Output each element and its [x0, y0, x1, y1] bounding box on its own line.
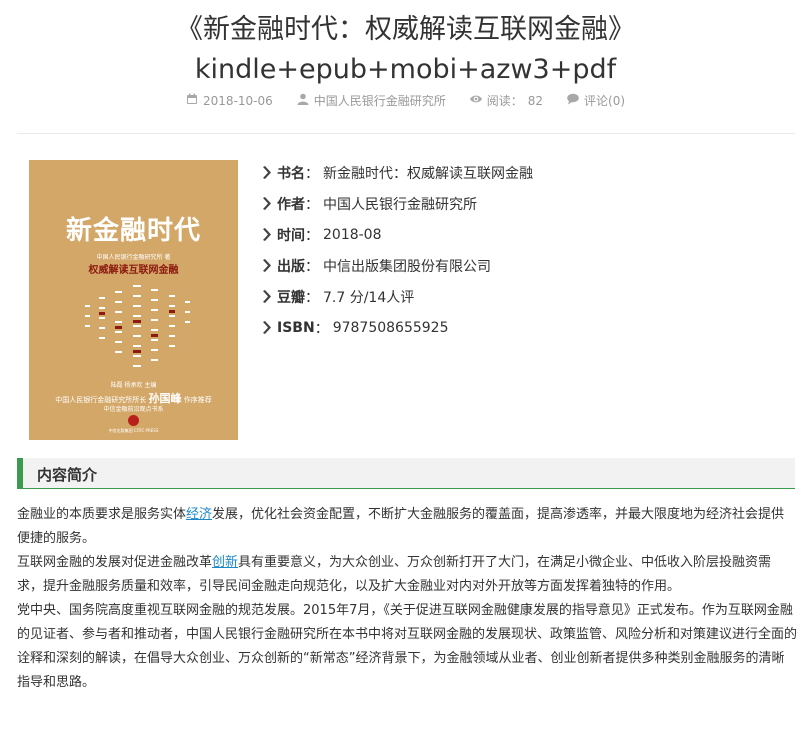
meta-date-text: 2018-10-06: [202, 93, 273, 108]
link-economy[interactable]: 经济: [186, 507, 212, 522]
cover-preface-suffix: 作序推荐: [183, 396, 212, 404]
article-meta: 2018-10-06 中国人民银行金融研究所 阅读： 82 评论(0): [0, 92, 811, 109]
book-info-item: 书名： 新金融时代：权威解读互联网金融: [262, 157, 533, 188]
meta-date: 2018-10-06: [186, 92, 273, 109]
book-info-item: 时间： 2018-08: [262, 219, 533, 250]
publisher-logo-icon: [128, 415, 139, 426]
cover-author-line: 中国人民银行金融研究所 著: [96, 254, 171, 261]
title-line-1: 《新金融时代：权威解读互联网金融》: [176, 14, 635, 45]
chevron-right-icon: [262, 259, 271, 272]
book-info-item: 出版： 中信出版集团股份有限公司: [262, 250, 533, 281]
cover-publisher: 中信出版集团 CITIC PRESS: [108, 428, 159, 433]
eye-icon: [469, 93, 482, 108]
book-info-value: 9787508655925: [332, 319, 449, 336]
book-info-value: 中信出版集团股份有限公司: [323, 258, 491, 275]
comment-icon: [567, 93, 579, 108]
section-header-summary: 内容简介: [17, 458, 795, 489]
meta-comments-text: 评论(0): [584, 94, 626, 108]
meta-views-count: 82: [527, 93, 544, 108]
chevron-right-icon: [262, 166, 271, 179]
meta-author-text: 中国人民银行金融研究所: [313, 94, 446, 108]
chevron-right-icon: [262, 321, 271, 334]
book-info-item: ISBN： 9787508655925: [262, 312, 533, 343]
link-innovation[interactable]: 创新: [212, 555, 238, 570]
calendar-icon: [186, 93, 198, 108]
cover-editors: 陆磊 杨承欢 主编: [110, 382, 157, 389]
meta-author[interactable]: 中国人民银行金融研究所: [297, 92, 446, 109]
book-info-label: ISBN: [277, 319, 315, 336]
book-info-label: 作者: [277, 196, 305, 213]
summary-paragraph: 党中央、国务院高度重视互联网金融的规范发展。2015年7月，《关于促进互联网金融…: [17, 603, 798, 690]
book-info-list: 书名： 新金融时代：权威解读互联网金融 作者： 中国人民银行金融研究所 时间： …: [262, 157, 533, 343]
chevron-right-icon: [262, 290, 271, 303]
title-line-2: kindle+epub+mobi+azw3+pdf: [194, 54, 617, 85]
summary-text: 互联网金融的发展对促进金融改革: [17, 555, 213, 570]
user-icon: [297, 93, 309, 108]
book-info-value: 中国人民银行金融研究所: [323, 196, 477, 213]
book-info-label: 书名: [277, 165, 305, 182]
book-info-label: 出版: [277, 258, 305, 275]
chevron-right-icon: [262, 228, 271, 241]
meta-views: 阅读： 82: [469, 92, 544, 109]
chevron-right-icon: [262, 197, 271, 210]
cover-subtitle: 权威解读互联网金融: [88, 265, 179, 276]
cover-series: 中信金融前沿观点书系: [103, 406, 164, 413]
article-title: 《新金融时代：权威解读互联网金融》 kindle+epub+mobi+azw3+…: [0, 10, 811, 90]
book-info-value: 7.7 分/14人评: [323, 289, 415, 306]
book-info-label: 时间: [277, 227, 305, 244]
meta-views-label: 阅读：: [486, 94, 523, 108]
header-divider: [17, 133, 795, 134]
cover-preface-prefix: 中国人民银行金融研究所所长: [55, 396, 147, 404]
book-cover: 新金融时代 中国人民银行金融研究所 著 权威解读互联网金融 陆磊 杨承欢 主编 …: [29, 160, 238, 440]
book-summary: 金融业的本质要求是服务实体经济发展，优化社会资金配置，不断扩大金融服务的覆盖面，…: [17, 503, 797, 695]
book-info-value: 2018-08: [323, 226, 382, 243]
book-info-label: 豆瓣: [277, 289, 305, 306]
book-info-item: 豆瓣： 7.7 分/14人评: [262, 281, 533, 312]
summary-text: 金融业的本质要求是服务实体: [17, 507, 187, 522]
section-title: 内容简介: [37, 466, 98, 484]
summary-paragraph: 金融业的本质要求是服务实体经济发展，优化社会资金配置，不断扩大金融服务的覆盖面，…: [17, 503, 797, 551]
summary-paragraph: 互联网金融的发展对促进金融改革创新具有重要意义，为大众创业、万众创新打开了大门，…: [17, 551, 797, 599]
book-info-value: 新金融时代：权威解读互联网金融: [323, 165, 533, 182]
book-info-item: 作者： 中国人民银行金融研究所: [262, 188, 533, 219]
cover-title: 新金融时代: [65, 216, 201, 246]
meta-comments[interactable]: 评论(0): [567, 92, 625, 109]
